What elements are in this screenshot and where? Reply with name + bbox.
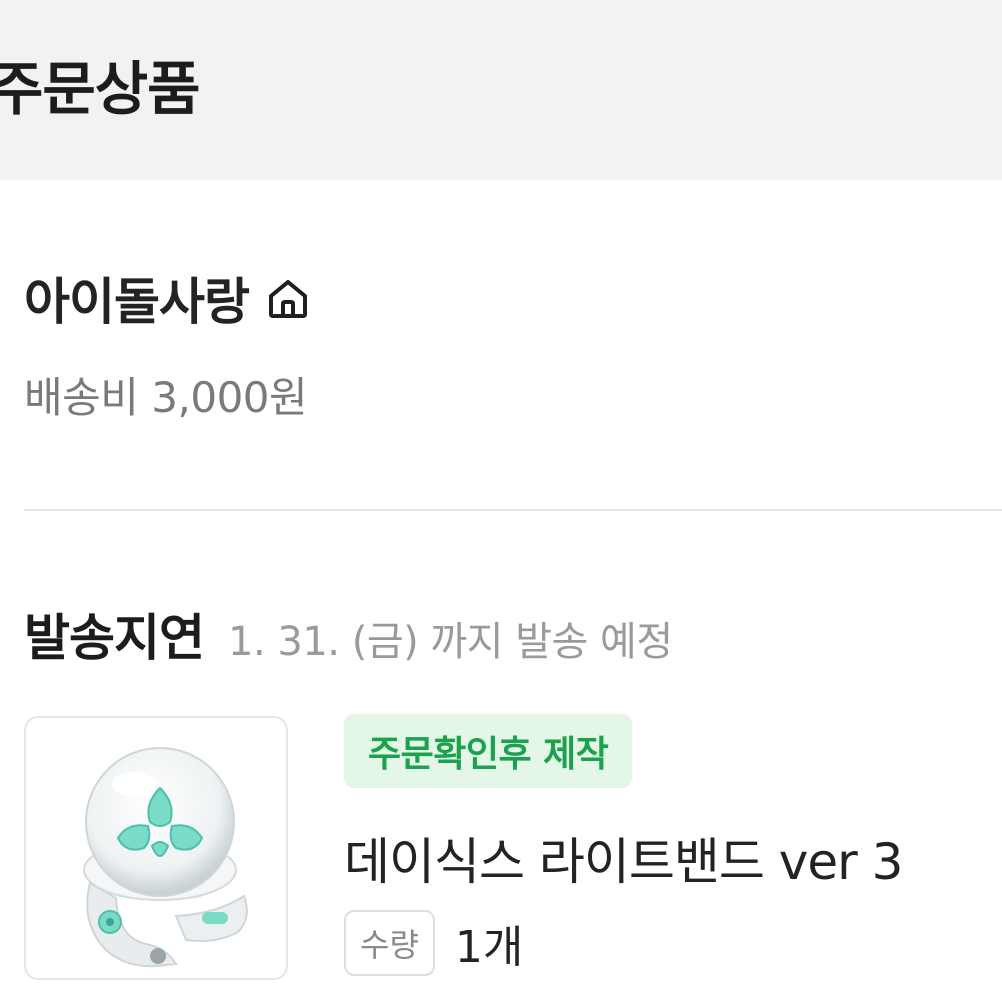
quantity-row: 수량 1개: [344, 910, 523, 976]
seller-name[interactable]: 아이돌사랑: [24, 262, 250, 334]
expected-ship-date: 1. 31. (금) 까지 발송 예정: [228, 619, 673, 665]
order-products-page: 주문상품 아이돌사랑 배송비 3,000원 발송지연 1. 31. (금) 까지…: [0, 0, 1002, 1002]
quantity-label: 수량: [344, 910, 435, 976]
section-header: 주문상품: [0, 0, 1002, 180]
page-title: 주문상품: [0, 55, 200, 123]
home-icon[interactable]: [263, 273, 313, 323]
seller-row: 아이돌사랑: [24, 262, 313, 334]
home-icon-svg: [269, 280, 307, 318]
divider: [24, 509, 1002, 511]
product-name[interactable]: 데이식스 라이트밴드 ver 3: [344, 822, 903, 894]
product-thumbnail[interactable]: [24, 716, 288, 980]
lightband-product-image: [83, 747, 248, 968]
made-to-order-badge: 주문확인후 제작: [344, 714, 633, 788]
shipment-status-label: 발송지연: [24, 609, 205, 667]
quantity-value: 1개: [454, 922, 524, 973]
shipment-status-row: 발송지연 1. 31. (금) 까지 발송 예정: [24, 598, 673, 670]
shipping-fee: 배송비 3,000원: [24, 373, 308, 422]
